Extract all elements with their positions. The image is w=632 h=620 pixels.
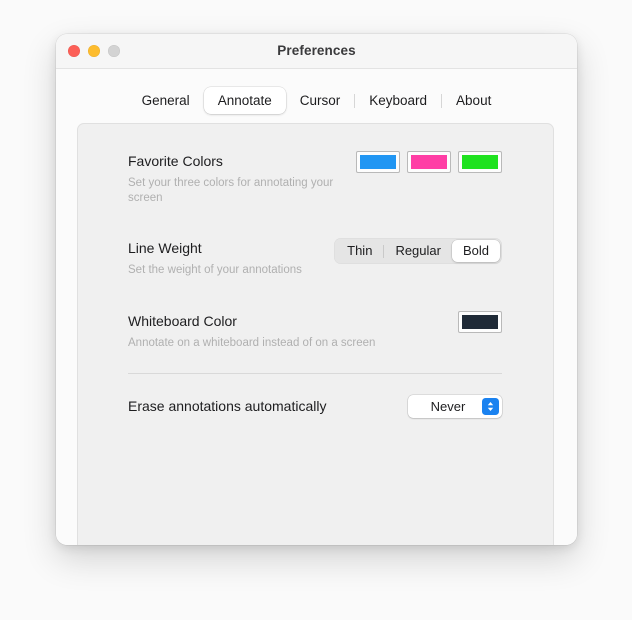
setting-erase-automatically: Erase annotations automatically Never (128, 394, 502, 428)
tab-cursor[interactable]: Cursor (286, 87, 355, 114)
color-swatch-whiteboard (462, 315, 498, 329)
color-swatch-blue (360, 155, 396, 169)
segment-thin[interactable]: Thin (336, 240, 383, 262)
line-weight-segmented-control: Thin Regular Bold (334, 238, 502, 264)
chevron-up-down-icon (482, 398, 499, 415)
color-well-blue[interactable] (356, 151, 400, 173)
segment-regular[interactable]: Regular (384, 240, 452, 262)
setting-line-weight: Line Weight Set the weight of your annot… (128, 238, 502, 278)
erase-interval-dropdown[interactable]: Never (408, 395, 502, 418)
erase-automatically-control: Never (408, 395, 502, 418)
color-swatch-pink (411, 155, 447, 169)
color-well-green[interactable] (458, 151, 502, 173)
setting-whiteboard-color: Whiteboard Color Annotate on a whiteboar… (128, 311, 502, 351)
tab-keyboard[interactable]: Keyboard (355, 87, 441, 114)
window-title: Preferences (277, 43, 356, 58)
tab-annotate[interactable]: Annotate (203, 87, 286, 114)
setting-favorite-colors: Favorite Colors Set your three colors fo… (128, 151, 502, 206)
whiteboard-color-control (458, 311, 502, 333)
whiteboard-color-title: Whiteboard Color (128, 313, 237, 329)
preferences-window: Preferences General Annotate Cursor Keyb… (56, 34, 577, 545)
tab-general[interactable]: General (128, 87, 204, 114)
line-weight-control: Thin Regular Bold (334, 238, 502, 264)
whiteboard-color-subtitle: Annotate on a whiteboard instead of on a… (128, 337, 376, 349)
settings-panel: Favorite Colors Set your three colors fo… (77, 123, 554, 545)
favorite-colors-subtitle: Set your three colors for annotating you… (128, 177, 334, 204)
erase-interval-value: Never (430, 399, 466, 414)
window-titlebar: Preferences (56, 34, 577, 69)
section-divider (128, 373, 502, 374)
color-well-whiteboard[interactable] (458, 311, 502, 333)
favorite-colors-control (356, 151, 502, 173)
tab-bar: General Annotate Cursor Keyboard About (56, 87, 577, 114)
line-weight-subtitle: Set the weight of your annotations (128, 264, 302, 276)
window-body: General Annotate Cursor Keyboard About F… (56, 69, 577, 545)
color-swatch-green (462, 155, 498, 169)
tab-about[interactable]: About (442, 87, 505, 114)
color-well-pink[interactable] (407, 151, 451, 173)
segment-bold[interactable]: Bold (451, 240, 500, 262)
